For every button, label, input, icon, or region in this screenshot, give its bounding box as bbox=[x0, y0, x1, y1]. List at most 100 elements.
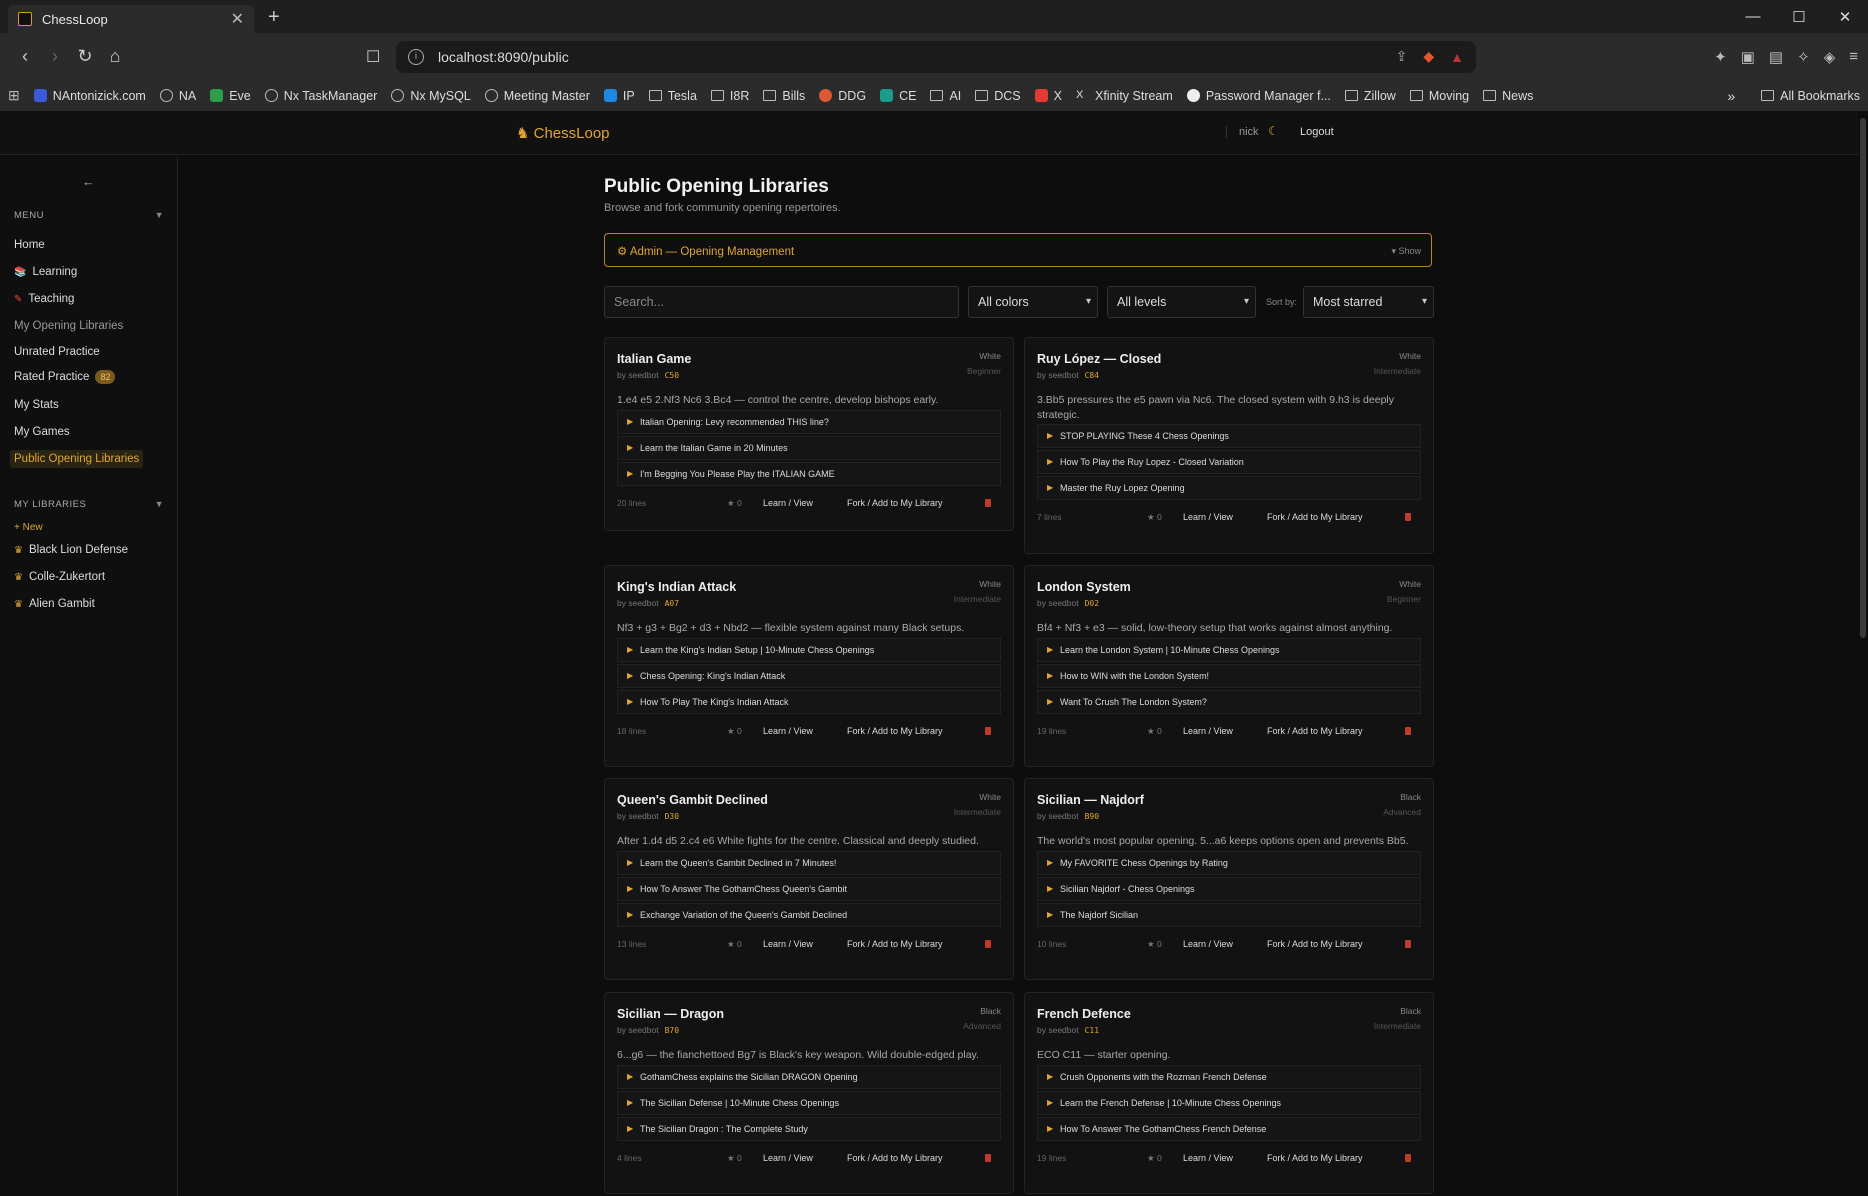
site-info-icon[interactable]: i bbox=[408, 48, 424, 65]
learn-view-button[interactable]: Learn / View bbox=[763, 939, 813, 949]
video-item[interactable]: ▶ Exchange Variation of the Queen's Gambi… bbox=[617, 903, 1001, 927]
video-item[interactable]: ▶ Learn the Queen's Gambit Declined in 7 … bbox=[617, 851, 1001, 875]
wallet-icon[interactable]: ▣ bbox=[1741, 48, 1755, 66]
more-bookmarks-icon[interactable]: » bbox=[1727, 88, 1735, 104]
video-item[interactable]: ▶ I'm Begging You Please Play the ITALIAN… bbox=[617, 462, 1001, 486]
bookmark-folder[interactable]: News bbox=[1483, 89, 1533, 103]
home-icon[interactable]: ⌂ bbox=[100, 46, 130, 67]
bookmark-item[interactable]: X bbox=[1034, 89, 1062, 103]
sidebar-item-rated-practice[interactable]: Rated Practice 82 bbox=[14, 370, 116, 384]
all-bookmarks[interactable]: All Bookmarks bbox=[1761, 89, 1860, 103]
page-scrollbar[interactable] bbox=[1858, 112, 1868, 1195]
sidebar-item-unrated-practice[interactable]: Unrated Practice bbox=[14, 346, 100, 358]
apps-icon[interactable]: ⊞ bbox=[8, 87, 20, 104]
maximize-icon[interactable]: ☐ bbox=[1776, 8, 1822, 26]
library-name[interactable]: Italian Game bbox=[617, 352, 691, 366]
video-item[interactable]: ▶ STOP PLAYING These 4 Chess Openings bbox=[1037, 424, 1421, 448]
video-item[interactable]: ▶ Learn the Italian Game in 20 Minutes bbox=[617, 436, 1001, 460]
color-filter-select[interactable]: All colors ▾ bbox=[968, 286, 1098, 318]
brand-logo[interactable]: ♞ ChessLoop bbox=[516, 124, 610, 142]
bookmark-item[interactable]: CE bbox=[880, 89, 916, 103]
leo-ai-icon[interactable]: ✧ bbox=[1797, 48, 1810, 66]
browser-tab[interactable]: ChessLoop ✕ bbox=[8, 5, 254, 33]
forward-icon[interactable]: › bbox=[40, 46, 70, 67]
star-button[interactable]: ★ 0 bbox=[727, 498, 742, 509]
level-filter-select[interactable]: All levels ▾ bbox=[1107, 286, 1256, 318]
search-input[interactable]: Search... bbox=[604, 286, 959, 318]
sidebar-item-public-opening-libraries[interactable]: Public Opening Libraries bbox=[10, 450, 144, 468]
library-item[interactable]: ♛ Black Lion Defense bbox=[14, 544, 128, 556]
bookmark-page-icon[interactable]: ☐ bbox=[366, 47, 380, 67]
share-icon[interactable]: ⇪ bbox=[1396, 48, 1408, 65]
star-button[interactable]: ★ 0 bbox=[1147, 1153, 1162, 1164]
sidebar-item-my-stats[interactable]: My Stats bbox=[14, 399, 59, 411]
fork-button[interactable]: Fork / Add to My Library bbox=[847, 1153, 943, 1163]
video-item[interactable]: ▶ Learn the King's Indian Setup | 10-Minu… bbox=[617, 638, 1001, 662]
star-button[interactable]: ★ 0 bbox=[1147, 512, 1162, 523]
star-button[interactable]: ★ 0 bbox=[1147, 939, 1162, 950]
address-bar[interactable]: i localhost:8090/public ⇪ ◆ ▲ bbox=[396, 40, 1476, 73]
video-item[interactable]: ▶ Learn the French Defense | 10-Minute Ch… bbox=[1037, 1091, 1421, 1115]
video-item[interactable]: ▶ My FAVORITE Chess Openings by Rating bbox=[1037, 851, 1421, 875]
video-item[interactable]: ▶ Sicilian Najdorf - Chess Openings bbox=[1037, 877, 1421, 901]
bookmark-item[interactable]: NA bbox=[159, 89, 196, 103]
bookmark-item[interactable]: X Xfinity Stream bbox=[1076, 89, 1173, 103]
delete-icon[interactable] bbox=[1405, 727, 1411, 735]
library-name[interactable]: French Defence bbox=[1037, 1007, 1131, 1021]
library-name[interactable]: King's Indian Attack bbox=[617, 580, 736, 594]
library-name[interactable]: Sicilian — Najdorf bbox=[1037, 793, 1144, 807]
video-item[interactable]: ▶ How To Answer The GothamChess French De… bbox=[1037, 1117, 1421, 1141]
window-close-icon[interactable]: ✕ bbox=[1822, 8, 1868, 26]
fork-button[interactable]: Fork / Add to My Library bbox=[1267, 939, 1363, 949]
admin-panel[interactable]: ⚙ Admin — Opening Management ▾ Show bbox=[604, 233, 1432, 267]
video-item[interactable]: ▶ How To Play the Ruy Lopez - Closed Vari… bbox=[1037, 450, 1421, 474]
delete-icon[interactable] bbox=[1405, 513, 1411, 521]
collapse-sidebar-icon[interactable]: ← bbox=[82, 174, 95, 189]
fork-button[interactable]: Fork / Add to My Library bbox=[1267, 1153, 1363, 1163]
sidebar-toggle-icon[interactable]: ▤ bbox=[1769, 48, 1783, 66]
bookmark-folder[interactable]: Tesla bbox=[648, 89, 697, 103]
bookmark-folder[interactable]: AI bbox=[930, 89, 961, 103]
logout-button[interactable]: Logout bbox=[1300, 126, 1334, 138]
fork-button[interactable]: Fork / Add to My Library bbox=[1267, 726, 1363, 736]
video-item[interactable]: ▶ The Najdorf Sicilian bbox=[1037, 903, 1421, 927]
new-library-link[interactable]: + New bbox=[14, 522, 43, 533]
star-button[interactable]: ★ 0 bbox=[1147, 726, 1162, 737]
library-item[interactable]: ♛ Colle-Zukertort bbox=[14, 571, 105, 583]
star-button[interactable]: ★ 0 bbox=[727, 726, 742, 737]
library-name[interactable]: Queen's Gambit Declined bbox=[617, 793, 768, 807]
video-item[interactable]: ▶ How to WIN with the London System! bbox=[1037, 664, 1421, 688]
video-item[interactable]: ▶ Master the Ruy Lopez Opening bbox=[1037, 476, 1421, 500]
delete-icon[interactable] bbox=[985, 727, 991, 735]
bookmark-folder[interactable]: Moving bbox=[1409, 89, 1469, 103]
bookmark-item[interactable]: DDG bbox=[819, 89, 866, 103]
learn-view-button[interactable]: Learn / View bbox=[1183, 512, 1233, 522]
delete-icon[interactable] bbox=[985, 1154, 991, 1162]
learn-view-button[interactable]: Learn / View bbox=[763, 498, 813, 508]
bookmark-item[interactable]: Eve bbox=[210, 89, 251, 103]
video-item[interactable]: ▶ Crush Opponents with the Rozman French … bbox=[1037, 1065, 1421, 1089]
menu-section-header[interactable]: MENU ▼ bbox=[14, 210, 164, 221]
delete-icon[interactable] bbox=[1405, 940, 1411, 948]
video-item[interactable]: ▶ The Sicilian Dragon : The Complete Stud… bbox=[617, 1117, 1001, 1141]
extensions-icon[interactable]: ✦ bbox=[1714, 48, 1727, 66]
scrollbar-thumb[interactable] bbox=[1860, 118, 1866, 638]
learn-view-button[interactable]: Learn / View bbox=[1183, 726, 1233, 736]
learn-view-button[interactable]: Learn / View bbox=[763, 726, 813, 736]
learn-view-button[interactable]: Learn / View bbox=[1183, 939, 1233, 949]
sidebar-item-learning[interactable]: 📚 Learning bbox=[14, 266, 77, 278]
delete-icon[interactable] bbox=[985, 940, 991, 948]
learn-view-button[interactable]: Learn / View bbox=[763, 1153, 813, 1163]
back-icon[interactable]: ‹ bbox=[10, 46, 40, 67]
sidebar-item-my-games[interactable]: My Games bbox=[14, 426, 70, 438]
video-item[interactable]: ▶ How To Answer The GothamChess Queen's G… bbox=[617, 877, 1001, 901]
brave-rewards-icon[interactable]: ▲ bbox=[1450, 49, 1464, 65]
vpn-icon[interactable]: ◈ bbox=[1824, 48, 1836, 66]
bookmark-item[interactable]: Password Manager f... bbox=[1186, 89, 1331, 103]
video-item[interactable]: ▶ How To Play The King's Indian Attack bbox=[617, 690, 1001, 714]
bookmark-folder[interactable]: DCS bbox=[975, 89, 1021, 103]
video-item[interactable]: ▶ Learn the London System | 10-Minute Che… bbox=[1037, 638, 1421, 662]
fork-button[interactable]: Fork / Add to My Library bbox=[847, 498, 943, 508]
fork-button[interactable]: Fork / Add to My Library bbox=[847, 939, 943, 949]
sort-select[interactable]: Most starred ▾ bbox=[1303, 286, 1434, 318]
